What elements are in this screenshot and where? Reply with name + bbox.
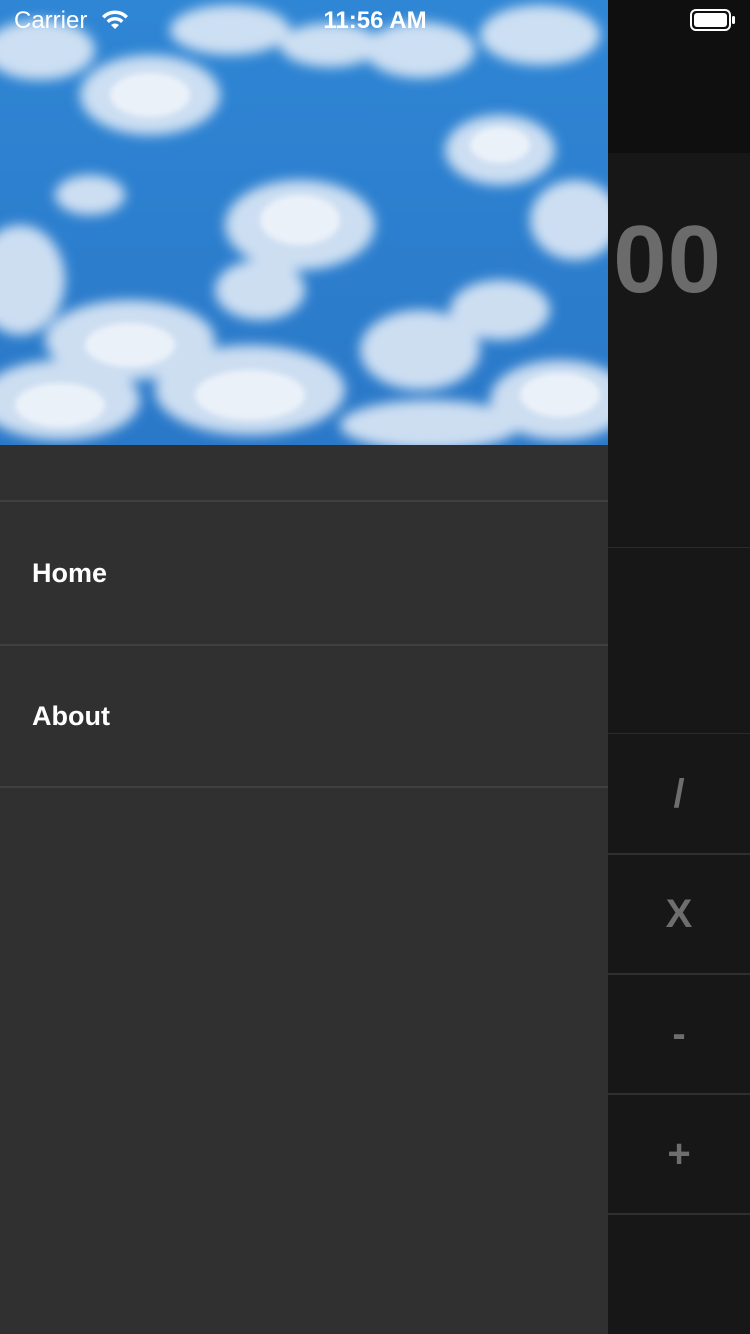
sky-clouds-image <box>0 0 608 445</box>
drawer-header-image <box>0 0 608 445</box>
side-drawer: Home About <box>0 0 608 1334</box>
menu-item-about[interactable]: About <box>0 644 608 788</box>
divide-key[interactable]: / <box>608 735 750 855</box>
menu-item-label: About <box>32 700 110 731</box>
menu-item-label: Home <box>32 557 108 588</box>
add-key[interactable]: + <box>608 1095 750 1215</box>
screen: 00 / X - + Home About Carrier 11:56 AM <box>0 0 750 1334</box>
menu-item-home[interactable]: Home <box>0 500 608 644</box>
drawer-menu: Home About <box>0 500 608 788</box>
calculator-display: 00 <box>613 206 722 313</box>
subtract-key[interactable]: - <box>608 975 750 1095</box>
battery-icon <box>690 9 736 38</box>
status-bar: Carrier 11:56 AM <box>0 0 750 40</box>
status-time: 11:56 AM <box>323 7 427 34</box>
multiply-key[interactable]: X <box>608 855 750 975</box>
